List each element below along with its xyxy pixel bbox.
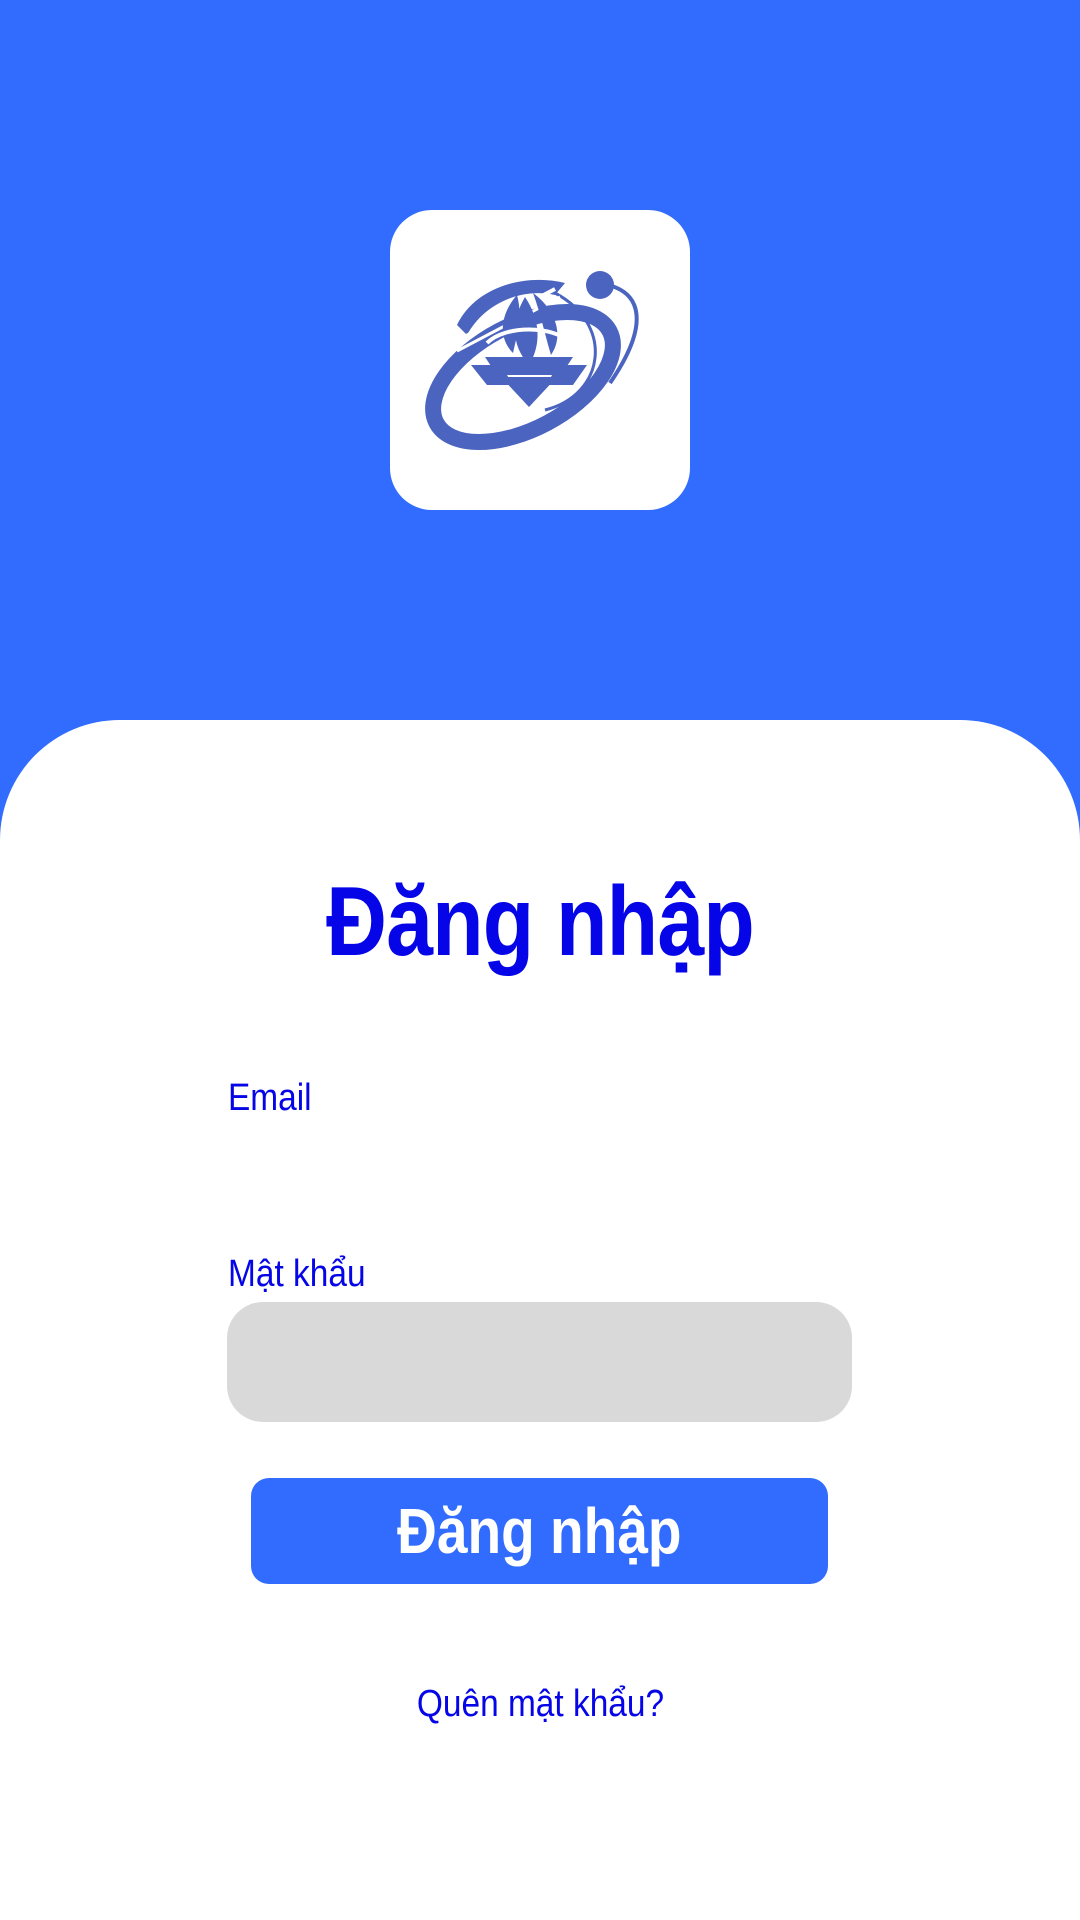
login-button-label: Đăng nhập xyxy=(397,1495,682,1567)
email-label: Email xyxy=(228,1077,312,1119)
login-sheet: Đăng nhập Email Mật khẩu Đăng nhập Quên … xyxy=(0,720,1080,1920)
forgot-password-link[interactable]: Quên mật khẩu? xyxy=(416,1683,663,1726)
password-label: Mật khẩu xyxy=(228,1253,366,1295)
page-title: Đăng nhập xyxy=(326,866,755,976)
email-field[interactable] xyxy=(227,1128,852,1228)
login-screen: Đăng nhập Email Mật khẩu Đăng nhập Quên … xyxy=(0,0,1080,1920)
logo-card xyxy=(390,210,690,510)
university-logo-icon xyxy=(425,271,639,450)
forgot-password-row: Quên mật khẩu? xyxy=(0,1683,1080,1726)
password-field[interactable] xyxy=(227,1302,852,1422)
login-button[interactable]: Đăng nhập xyxy=(251,1478,828,1584)
